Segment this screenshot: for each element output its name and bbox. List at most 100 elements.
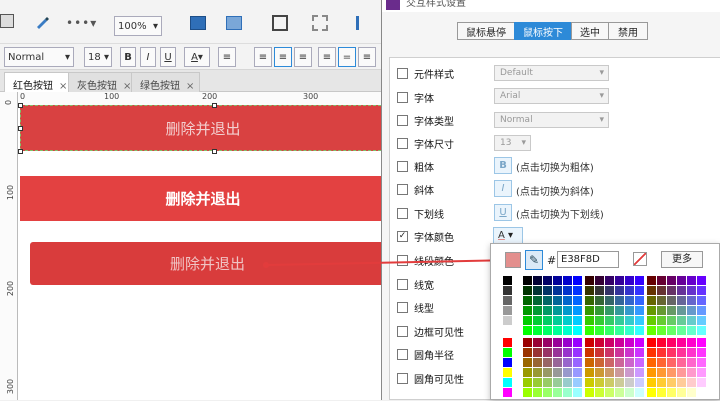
color-swatch[interactable]: [573, 326, 582, 335]
color-swatch[interactable]: [697, 296, 706, 305]
color-swatch[interactable]: [533, 326, 542, 335]
color-swatch[interactable]: [573, 316, 582, 325]
color-swatch[interactable]: [697, 306, 706, 315]
pointer-tool-icon[interactable]: [0, 14, 14, 28]
color-swatch[interactable]: [615, 368, 624, 377]
color-swatch[interactable]: [533, 286, 542, 295]
color-swatch[interactable]: [543, 316, 552, 325]
color-swatch[interactable]: [635, 338, 644, 347]
color-swatch[interactable]: [667, 306, 676, 315]
row-checkbox[interactable]: [397, 137, 408, 149]
row-checkbox[interactable]: [397, 372, 408, 384]
color-swatch[interactable]: [605, 276, 614, 285]
color-swatch[interactable]: [533, 388, 542, 397]
color-swatch[interactable]: [615, 316, 624, 325]
color-swatch[interactable]: [503, 388, 512, 397]
color-swatch[interactable]: [523, 316, 532, 325]
font-size-select[interactable]: 18 ▾: [84, 47, 112, 67]
color-swatch[interactable]: [635, 388, 644, 397]
color-swatch[interactable]: [553, 378, 562, 387]
color-swatch[interactable]: [667, 316, 676, 325]
color-swatch[interactable]: [615, 348, 624, 357]
color-swatch[interactable]: [595, 348, 604, 357]
zoom-select[interactable]: 100% ▾: [114, 16, 162, 36]
valign-middle-button[interactable]: =: [338, 47, 356, 67]
tab-selected[interactable]: 选中: [571, 22, 609, 40]
color-swatch[interactable]: [657, 296, 666, 305]
color-swatch[interactable]: [573, 296, 582, 305]
color-swatch[interactable]: [687, 276, 696, 285]
color-swatch[interactable]: [585, 306, 594, 315]
color-swatch[interactable]: [543, 276, 552, 285]
color-swatch[interactable]: [533, 338, 542, 347]
color-swatch[interactable]: [647, 316, 656, 325]
row-checkbox[interactable]: [397, 183, 408, 195]
hex-input[interactable]: E38F8D: [557, 251, 619, 268]
color-swatch[interactable]: [667, 296, 676, 305]
color-swatch[interactable]: [615, 286, 624, 295]
color-swatch[interactable]: [573, 348, 582, 357]
color-swatch[interactable]: [677, 368, 686, 377]
tab-mouse-down[interactable]: 鼠标按下: [514, 22, 572, 40]
font-size-select[interactable]: 13 ▾: [494, 135, 531, 151]
color-swatch[interactable]: [585, 286, 594, 295]
color-swatch[interactable]: [563, 276, 572, 285]
bring-front-icon[interactable]: [190, 16, 206, 30]
color-swatch[interactable]: [657, 368, 666, 377]
color-swatch[interactable]: [585, 368, 594, 377]
align-left-button[interactable]: ≡: [254, 47, 272, 67]
color-swatch[interactable]: [553, 348, 562, 357]
color-swatch[interactable]: [647, 296, 656, 305]
color-swatch[interactable]: [543, 326, 552, 335]
color-swatch[interactable]: [625, 326, 634, 335]
color-swatch[interactable]: [585, 276, 594, 285]
color-swatch[interactable]: [677, 348, 686, 357]
color-swatch[interactable]: [625, 306, 634, 315]
color-swatch[interactable]: [687, 296, 696, 305]
color-swatch[interactable]: [553, 368, 562, 377]
color-swatch[interactable]: [533, 348, 542, 357]
color-swatch[interactable]: [543, 368, 552, 377]
color-swatch[interactable]: [523, 368, 532, 377]
color-swatch[interactable]: [667, 348, 676, 357]
color-swatch[interactable]: [625, 316, 634, 325]
color-swatch[interactable]: [523, 348, 532, 357]
color-swatch[interactable]: [595, 338, 604, 347]
color-swatch[interactable]: [523, 296, 532, 305]
more-tools-icon[interactable]: •••▾: [66, 16, 97, 30]
color-swatch[interactable]: [585, 326, 594, 335]
valign-bottom-button[interactable]: ≡: [358, 47, 376, 67]
color-swatch[interactable]: [635, 316, 644, 325]
close-icon[interactable]: ×: [59, 81, 67, 92]
bold-button[interactable]: B: [120, 47, 136, 67]
row-checkbox[interactable]: ✓: [397, 230, 408, 242]
color-swatch[interactable]: [543, 388, 552, 397]
row-checkbox[interactable]: [397, 325, 408, 337]
color-swatch[interactable]: [615, 326, 624, 335]
color-swatch[interactable]: [595, 316, 604, 325]
color-swatch[interactable]: [697, 316, 706, 325]
color-swatch[interactable]: [647, 286, 656, 295]
color-swatch[interactable]: [615, 306, 624, 315]
color-swatch[interactable]: [573, 306, 582, 315]
font-type-select[interactable]: Normal ▾: [494, 112, 609, 128]
resize-handle[interactable]: [212, 103, 217, 108]
resize-handle[interactable]: [18, 149, 23, 154]
color-swatch[interactable]: [667, 368, 676, 377]
color-swatch[interactable]: [553, 338, 562, 347]
color-swatch[interactable]: [533, 368, 542, 377]
color-swatch[interactable]: [677, 358, 686, 367]
color-swatch[interactable]: [543, 306, 552, 315]
color-swatch[interactable]: [615, 338, 624, 347]
color-swatch[interactable]: [615, 296, 624, 305]
color-swatch[interactable]: [677, 276, 686, 285]
bullet-list-button[interactable]: ≡: [218, 47, 236, 67]
align-center-button[interactable]: ≡: [274, 47, 292, 67]
color-swatch[interactable]: [523, 326, 532, 335]
tab-gray-button[interactable]: 灰色按钮 ×: [68, 72, 138, 92]
color-swatch[interactable]: [523, 276, 532, 285]
color-swatch[interactable]: [503, 338, 512, 347]
color-swatch[interactable]: [697, 358, 706, 367]
underline-toggle[interactable]: U: [494, 204, 512, 221]
color-swatch[interactable]: [615, 358, 624, 367]
